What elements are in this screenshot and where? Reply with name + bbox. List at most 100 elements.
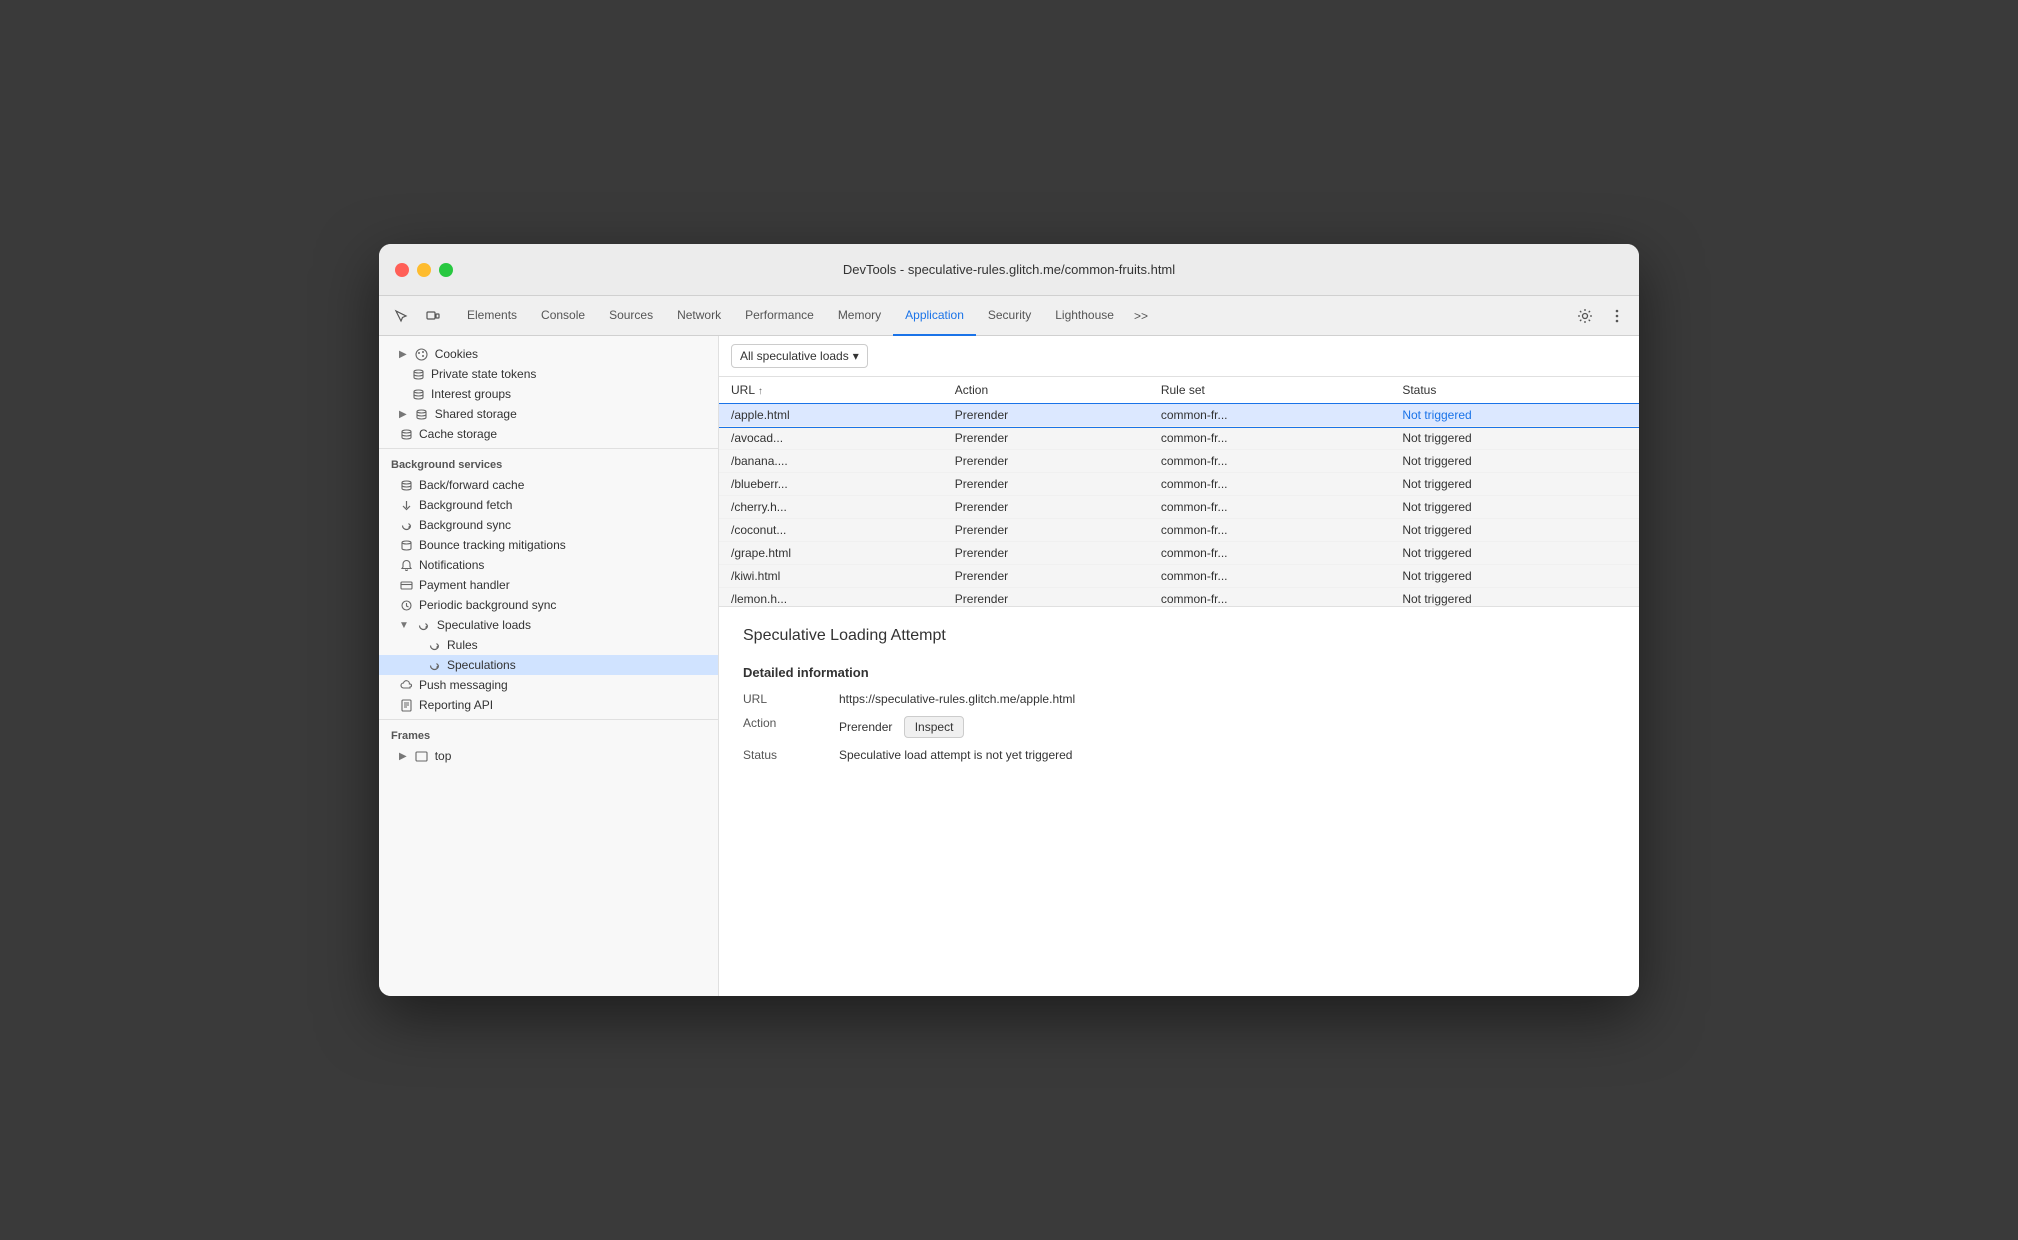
table-row[interactable]: /lemon.h...Prerendercommon-fr...Not trig… xyxy=(719,588,1639,608)
cell-ruleset: common-fr... xyxy=(1149,542,1391,565)
action-label: Action xyxy=(743,716,823,730)
table-row[interactable]: /kiwi.htmlPrerendercommon-fr...Not trigg… xyxy=(719,565,1639,588)
cell-ruleset: common-fr... xyxy=(1149,404,1391,427)
payment-label: Payment handler xyxy=(419,578,510,592)
expand-arrow-shared-icon: ▶ xyxy=(399,409,407,420)
speculations-icon xyxy=(427,658,441,672)
sidebar-item-payment-handler[interactable]: Payment handler xyxy=(379,575,718,595)
table-row[interactable]: /avocad...Prerendercommon-fr...Not trigg… xyxy=(719,427,1639,450)
cell-url: /cherry.h... xyxy=(719,496,943,519)
cell-url: /avocad... xyxy=(719,427,943,450)
cell-status: Not triggered xyxy=(1390,450,1639,473)
device-icon[interactable] xyxy=(419,302,447,330)
rules-icon xyxy=(427,638,441,652)
devtools-body: ▶ Cookies Private state tokens Interest … xyxy=(379,336,1639,996)
filter-label: All speculative loads xyxy=(740,349,849,363)
tab-network[interactable]: Network xyxy=(665,296,733,336)
minimize-button[interactable] xyxy=(417,263,431,277)
bounce-label: Bounce tracking mitigations xyxy=(419,538,566,552)
sidebar-item-speculative-loads[interactable]: ▼ Speculative loads xyxy=(379,615,718,635)
inspect-button[interactable]: Inspect xyxy=(904,716,965,738)
table-body: /apple.htmlPrerendercommon-fr...Not trig… xyxy=(719,404,1639,608)
rules-label: Rules xyxy=(447,638,478,652)
detail-url-row: URL https://speculative-rules.glitch.me/… xyxy=(743,692,1615,706)
sidebar-item-reporting-api[interactable]: Reporting API xyxy=(379,695,718,715)
db-icon-1 xyxy=(411,367,425,381)
table-row[interactable]: /blueberr...Prerendercommon-fr...Not tri… xyxy=(719,473,1639,496)
cell-ruleset: common-fr... xyxy=(1149,427,1391,450)
table-row[interactable]: /banana....Prerendercommon-fr...Not trig… xyxy=(719,450,1639,473)
sidebar-item-bfcache[interactable]: Back/forward cache xyxy=(379,475,718,495)
cell-status: Not triggered xyxy=(1390,496,1639,519)
tab-console[interactable]: Console xyxy=(529,296,597,336)
close-button[interactable] xyxy=(395,263,409,277)
sidebar-item-top[interactable]: ▶ top xyxy=(379,746,718,766)
tab-sources[interactable]: Sources xyxy=(597,296,665,336)
push-messaging-label: Push messaging xyxy=(419,678,508,692)
filter-dropdown[interactable]: All speculative loads ▾ xyxy=(731,344,868,368)
sidebar-item-cache-storage[interactable]: Cache storage xyxy=(379,424,718,444)
bg-fetch-icon xyxy=(399,498,413,512)
cell-status: Not triggered xyxy=(1390,427,1639,450)
tab-elements[interactable]: Elements xyxy=(455,296,529,336)
col-action: Action xyxy=(943,377,1149,404)
separator-1 xyxy=(379,448,718,449)
maximize-button[interactable] xyxy=(439,263,453,277)
cell-url: /grape.html xyxy=(719,542,943,565)
top-label: top xyxy=(435,749,452,763)
table-row[interactable]: /coconut...Prerendercommon-fr...Not trig… xyxy=(719,519,1639,542)
cloud-icon xyxy=(399,678,413,692)
db-icon-4 xyxy=(399,427,413,441)
table-row[interactable]: /cherry.h...Prerendercommon-fr...Not tri… xyxy=(719,496,1639,519)
cell-url: /banana.... xyxy=(719,450,943,473)
cell-action: Prerender xyxy=(943,542,1149,565)
bounce-icon xyxy=(399,538,413,552)
sidebar-item-bg-fetch[interactable]: Background fetch xyxy=(379,495,718,515)
background-services-header: Background services xyxy=(379,453,718,475)
dropdown-arrow-icon: ▾ xyxy=(853,349,859,363)
sidebar-item-periodic-bg-sync[interactable]: Periodic background sync xyxy=(379,595,718,615)
expand-arrow-top-icon: ▶ xyxy=(399,751,407,762)
detail-panel: Speculative Loading Attempt Detailed inf… xyxy=(719,607,1639,996)
settings-icon[interactable] xyxy=(1571,302,1599,330)
detail-action-row: Action Prerender Inspect xyxy=(743,716,1615,738)
cell-ruleset: common-fr... xyxy=(1149,565,1391,588)
cell-url: /coconut... xyxy=(719,519,943,542)
frame-icon xyxy=(415,749,429,763)
tab-performance[interactable]: Performance xyxy=(733,296,826,336)
tab-application[interactable]: Application xyxy=(893,296,976,336)
sidebar-item-bounce-tracking[interactable]: Bounce tracking mitigations xyxy=(379,535,718,555)
expand-arrow-spec-icon: ▼ xyxy=(399,620,409,631)
speculative-loads-label: Speculative loads xyxy=(437,618,531,632)
more-options-icon[interactable] xyxy=(1603,302,1631,330)
more-tabs[interactable]: >> xyxy=(1126,309,1156,323)
cell-action: Prerender xyxy=(943,473,1149,496)
sidebar-item-speculations[interactable]: Speculations xyxy=(379,655,718,675)
cell-action: Prerender xyxy=(943,427,1149,450)
cell-url: /kiwi.html xyxy=(719,565,943,588)
cell-ruleset: common-fr... xyxy=(1149,519,1391,542)
sidebar-item-cookies[interactable]: ▶ Cookies xyxy=(379,344,718,364)
table-row[interactable]: /apple.htmlPrerendercommon-fr...Not trig… xyxy=(719,404,1639,427)
sidebar-item-interest-groups[interactable]: Interest groups xyxy=(379,384,718,404)
devtools-window: DevTools - speculative-rules.glitch.me/c… xyxy=(379,244,1639,996)
window-title: DevTools - speculative-rules.glitch.me/c… xyxy=(843,262,1175,277)
cell-ruleset: common-fr... xyxy=(1149,588,1391,608)
periodic-bg-sync-label: Periodic background sync xyxy=(419,598,556,612)
cookie-icon xyxy=(415,347,429,361)
tab-security[interactable]: Security xyxy=(976,296,1043,336)
sidebar-item-rules[interactable]: Rules xyxy=(379,635,718,655)
sidebar-item-notifications[interactable]: Notifications xyxy=(379,555,718,575)
sidebar-item-bg-sync[interactable]: Background sync xyxy=(379,515,718,535)
cell-url: /lemon.h... xyxy=(719,588,943,608)
sidebar-item-private-state-tokens[interactable]: Private state tokens xyxy=(379,364,718,384)
table-row[interactable]: /grape.htmlPrerendercommon-fr...Not trig… xyxy=(719,542,1639,565)
cursor-icon[interactable] xyxy=(387,302,415,330)
url-value: https://speculative-rules.glitch.me/appl… xyxy=(839,692,1615,706)
sidebar-item-shared-storage[interactable]: ▶ Shared storage xyxy=(379,404,718,424)
tab-lighthouse[interactable]: Lighthouse xyxy=(1043,296,1126,336)
private-state-tokens-label: Private state tokens xyxy=(431,367,536,381)
tab-memory[interactable]: Memory xyxy=(826,296,893,336)
bg-sync-icon xyxy=(399,518,413,532)
sidebar-item-push-messaging[interactable]: Push messaging xyxy=(379,675,718,695)
